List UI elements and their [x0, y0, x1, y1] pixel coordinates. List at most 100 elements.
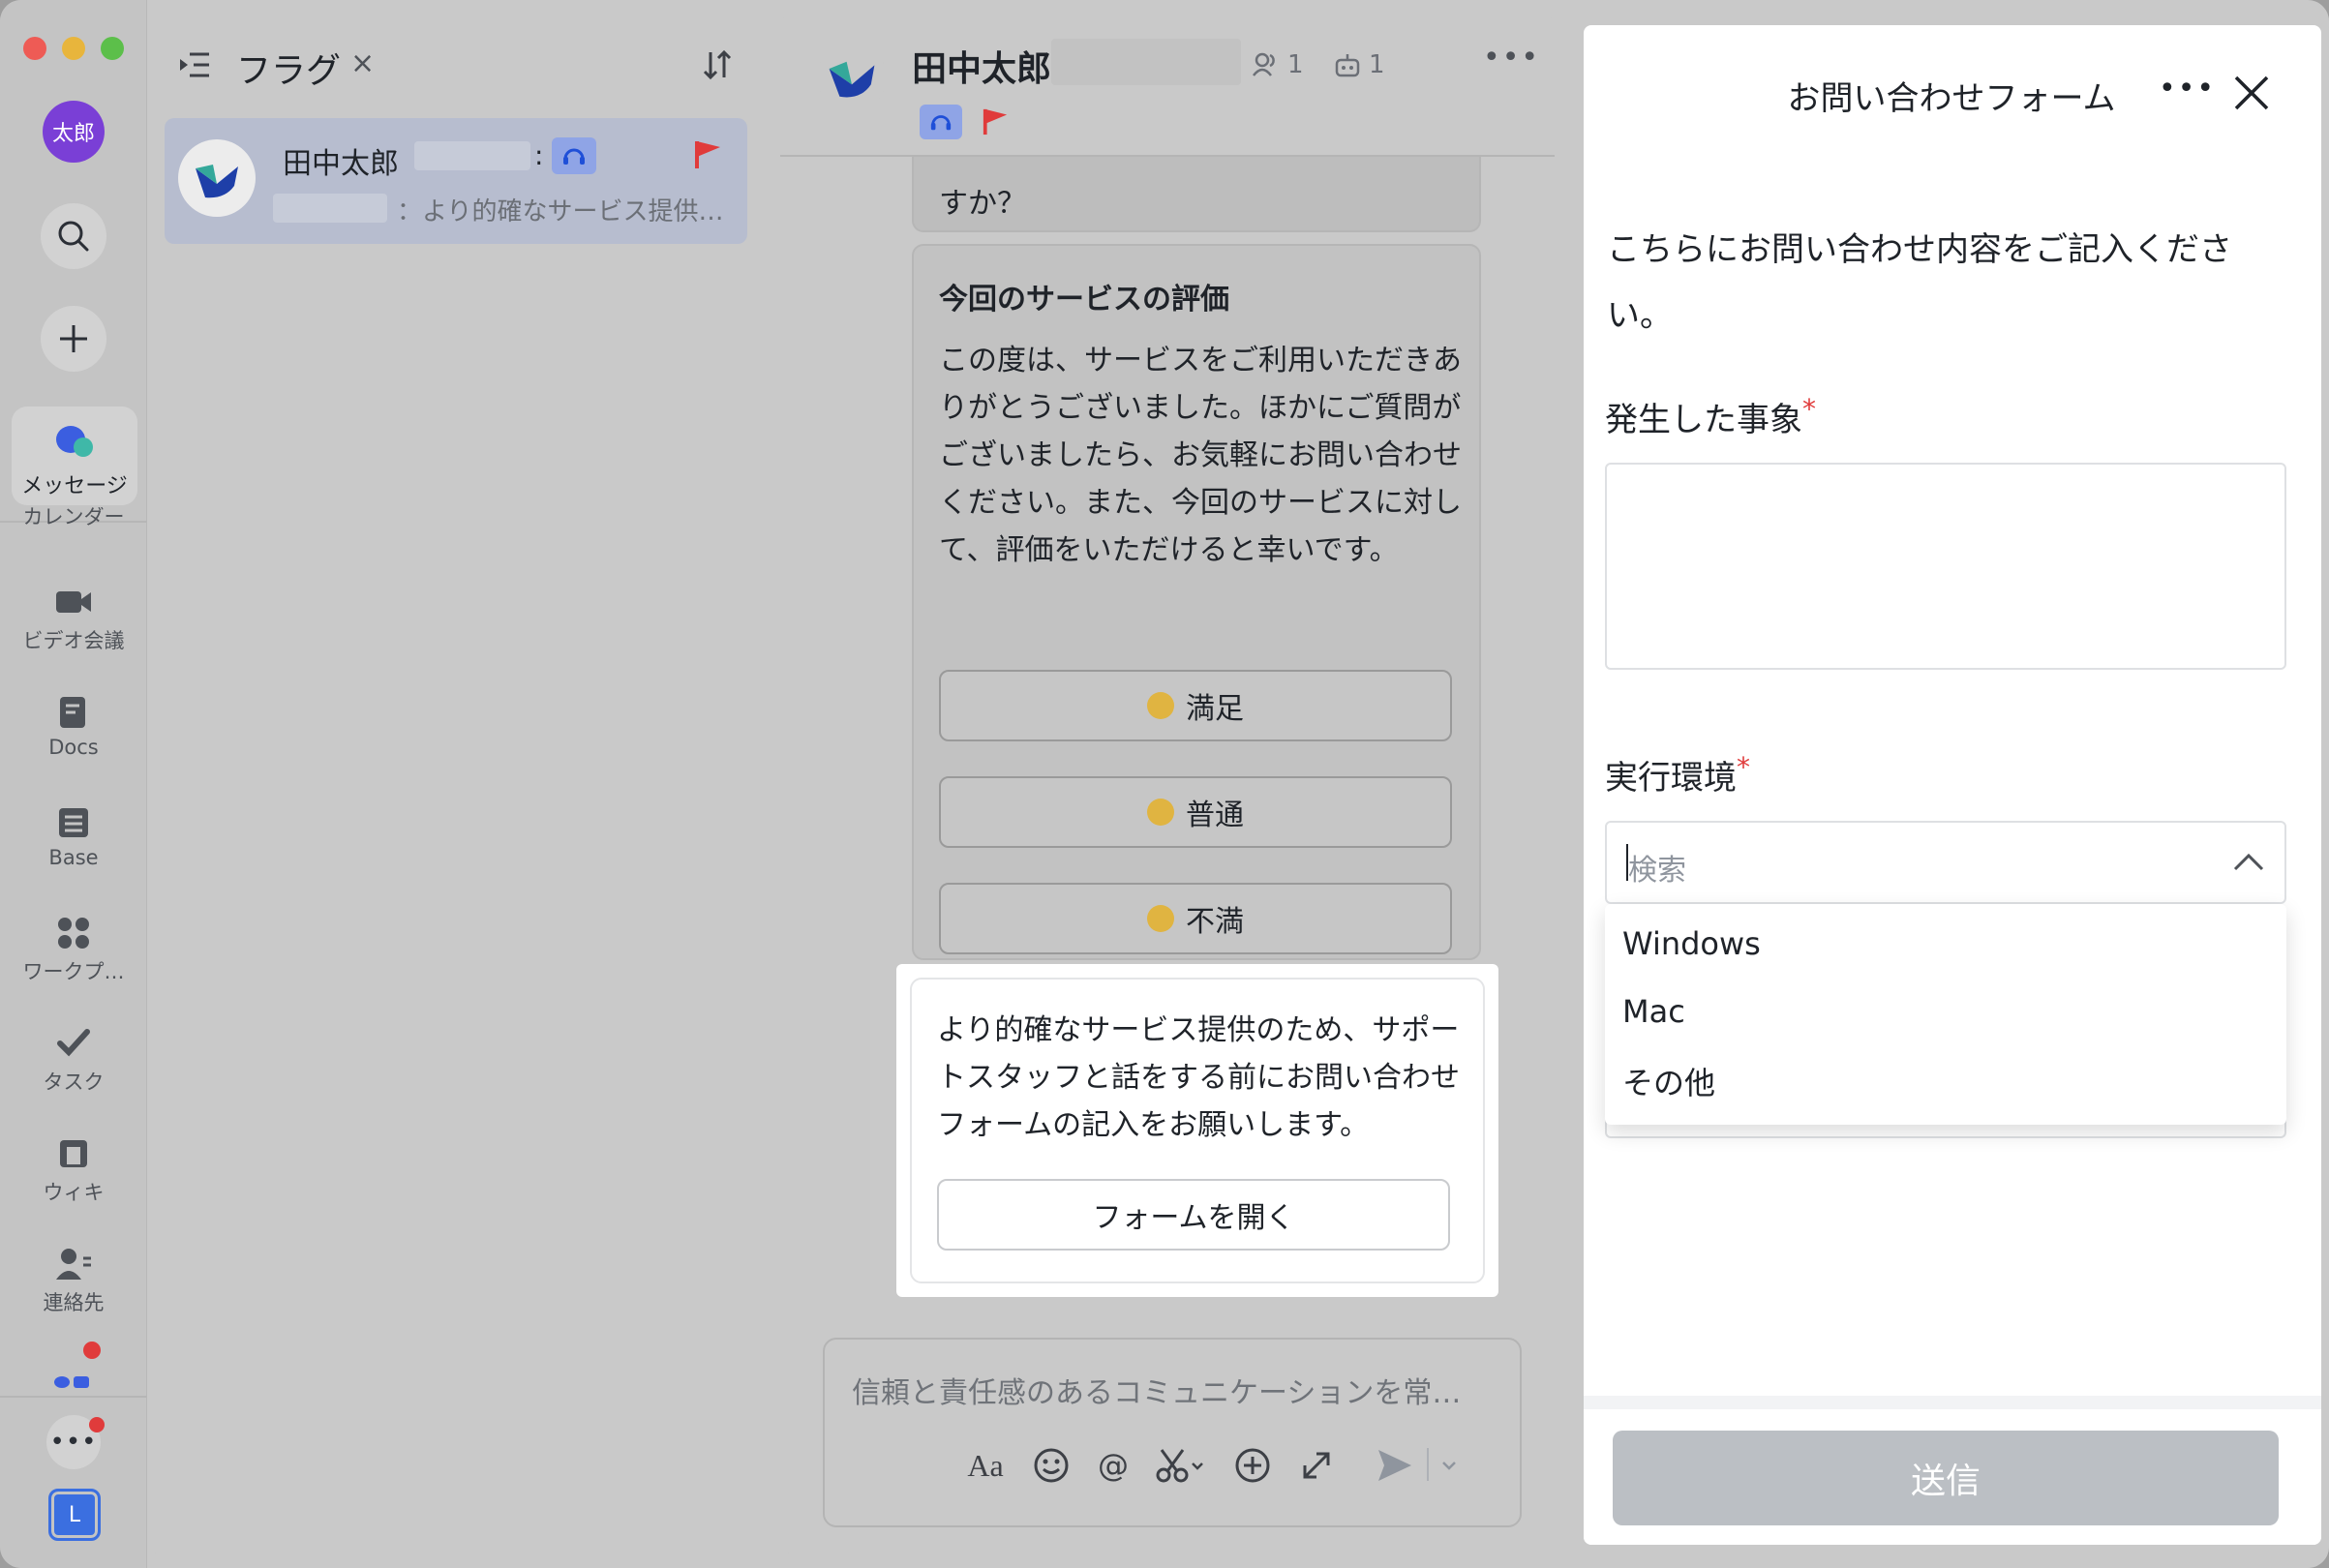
submit-button[interactable]: 送信 — [1613, 1431, 2279, 1525]
nav-docs-label: Docs — [48, 736, 99, 759]
rail-divider-bottom — [0, 1396, 147, 1398]
nav-docs[interactable]: Docs — [0, 693, 147, 759]
sort-icon[interactable] — [701, 48, 734, 81]
message-input[interactable]: 信頼と責任感のあるコミュニケーションを常… Aa @ — [823, 1338, 1522, 1527]
chat-panel: 田中太郎 1 1 ••• すか？ 今回のサービスの評価 この度は、サービスをご利… — [780, 14, 1555, 1554]
grin-emoji-icon — [1147, 692, 1174, 719]
nav-contacts[interactable]: 連絡先 — [0, 1245, 147, 1316]
app-window: 太郎 メッセージ カレンダー ビデオ会議 Docs Base ワークプ… タスク… — [0, 0, 2329, 1568]
headset-icon — [563, 148, 585, 165]
send-icon[interactable] — [1375, 1444, 1415, 1487]
nav-wiki-label: ウィキ — [43, 1181, 105, 1204]
support-tag — [920, 105, 962, 139]
emoji-icon[interactable] — [1032, 1444, 1071, 1487]
nav-task-label: タスク — [43, 1070, 105, 1094]
conversation-item[interactable]: 田中太郎 : ：より的確なサービス提供… — [165, 118, 747, 244]
more-dots-icon: ••• — [49, 1428, 98, 1457]
headset-icon — [930, 115, 952, 131]
notification-badge — [83, 1342, 101, 1359]
plus-icon — [60, 325, 87, 352]
search-button[interactable] — [41, 203, 106, 269]
collapse-sidebar-icon[interactable] — [178, 50, 211, 79]
add-circle-icon[interactable] — [1233, 1444, 1272, 1487]
list-title: フラグ — [236, 51, 342, 91]
chevron-down-icon[interactable] — [1438, 1444, 1460, 1487]
sad-emoji-icon — [1147, 905, 1174, 932]
neutral-emoji-icon — [1147, 799, 1174, 826]
rating-unsatisfied-button[interactable]: 不満 — [939, 883, 1452, 954]
nav-calendar-label: カレンダー — [22, 507, 125, 528]
close-filter-button[interactable]: × — [350, 46, 375, 80]
rating-text: この度は、サービスをご利用いただきありがとうございました。ほかにご質問がございま… — [939, 344, 1462, 567]
field-incident-label: 発生した事象* — [1605, 393, 1816, 439]
members-icon[interactable] — [1253, 52, 1280, 77]
form-message-text: より的確なサービス提供のため、サポートスタッフと話をする前にお問い合わせフォーム… — [937, 1013, 1460, 1142]
required-mark: * — [1737, 751, 1750, 783]
separator: : — [534, 139, 544, 171]
redacted-text — [414, 141, 530, 170]
form-more-icon[interactable]: ••• — [2159, 72, 2216, 106]
nav-base-label: Base — [48, 846, 99, 869]
open-form-button[interactable]: フォームを開く — [937, 1179, 1450, 1251]
form-message-card: より的確なサービス提供のため、サポートスタッフと話をする前にお問い合わせフォーム… — [910, 978, 1485, 1283]
chat-header: 田中太郎 1 1 ••• — [780, 14, 1555, 157]
messages-icon — [56, 426, 95, 461]
nav-calendar[interactable]: カレンダー — [0, 507, 147, 540]
support-tag — [552, 137, 596, 174]
workspace-avatar[interactable]: L — [48, 1489, 101, 1541]
mention-icon[interactable]: @ — [1092, 1444, 1134, 1487]
nav-wiki[interactable]: ウィキ — [0, 1134, 147, 1206]
bot-count: 1 — [1369, 50, 1385, 79]
flag-icon[interactable] — [982, 106, 1009, 137]
nav-base[interactable]: Base — [0, 803, 147, 869]
rating-unsatisfied-label: 不満 — [1186, 905, 1244, 939]
rating-title: 今回のサービスの評価 — [939, 283, 1229, 317]
chevron-up-icon[interactable] — [2232, 850, 2265, 873]
bot-icon[interactable] — [1334, 52, 1361, 77]
message-input-placeholder: 信頼と責任感のあるコミュニケーションを常… — [852, 1376, 1462, 1410]
rating-satisfied-button[interactable]: 満足 — [939, 670, 1452, 741]
form-description: こちらにお問い合わせ内容をご記入ください。 — [1607, 230, 2232, 335]
chat-avatar[interactable] — [817, 43, 887, 112]
nav-task[interactable]: タスク — [0, 1024, 147, 1096]
wiki-icon — [60, 1140, 87, 1167]
nav-video[interactable]: ビデオ会議 — [0, 583, 147, 654]
create-button[interactable] — [41, 306, 106, 372]
close-icon[interactable] — [2232, 74, 2271, 112]
workplace-icon — [58, 918, 89, 949]
field-environment-label: 実行環境* — [1605, 751, 1750, 798]
format-text-icon[interactable]: Aa — [964, 1444, 1007, 1487]
nav-more-apps[interactable] — [50, 1357, 97, 1392]
user-avatar[interactable]: 太郎 — [43, 101, 105, 163]
required-mark: * — [1802, 393, 1816, 425]
option-windows[interactable]: Windows — [1622, 925, 1761, 962]
send-divider — [1427, 1448, 1429, 1481]
maximize-window-button[interactable] — [101, 37, 124, 60]
nav-contacts-label: 連絡先 — [43, 1291, 105, 1314]
expand-icon[interactable] — [1297, 1444, 1336, 1487]
nav-workplace[interactable]: ワークプ… — [0, 914, 147, 985]
search-icon — [58, 221, 89, 252]
flag-icon[interactable] — [693, 139, 722, 170]
incident-textarea[interactable] — [1605, 463, 2286, 670]
nav-messages-label: メッセージ — [21, 474, 128, 498]
form-message-highlight: より的確なサービス提供のため、サポートスタッフと話をする前にお問い合わせフォーム… — [896, 964, 1498, 1297]
rating-satisfied-label: 満足 — [1186, 692, 1244, 726]
screenshot-icon[interactable] — [1154, 1444, 1208, 1487]
docs-icon — [60, 697, 85, 728]
nav-messages[interactable]: メッセージ — [12, 407, 137, 505]
close-window-button[interactable] — [23, 37, 46, 60]
conversation-name: 田中太郎 — [283, 147, 399, 181]
chat-more-icon[interactable]: ••• — [1483, 41, 1540, 75]
base-icon — [59, 808, 88, 837]
rating-neutral-button[interactable]: 普通 — [939, 776, 1452, 848]
environment-select[interactable]: 検索 — [1605, 821, 2286, 904]
form-footer: 送信 — [1584, 1396, 2321, 1545]
nav-video-label: ビデオ会議 — [22, 629, 125, 652]
minimize-window-button[interactable] — [62, 37, 85, 60]
member-count: 1 — [1287, 50, 1304, 79]
option-other[interactable]: その他 — [1622, 1059, 1715, 1103]
form-panel: お問い合わせフォーム ••• こちらにお問い合わせ内容をご記入ください。 発生し… — [1570, 10, 2329, 1568]
option-mac[interactable]: Mac — [1622, 993, 1685, 1030]
video-icon — [56, 591, 91, 613]
